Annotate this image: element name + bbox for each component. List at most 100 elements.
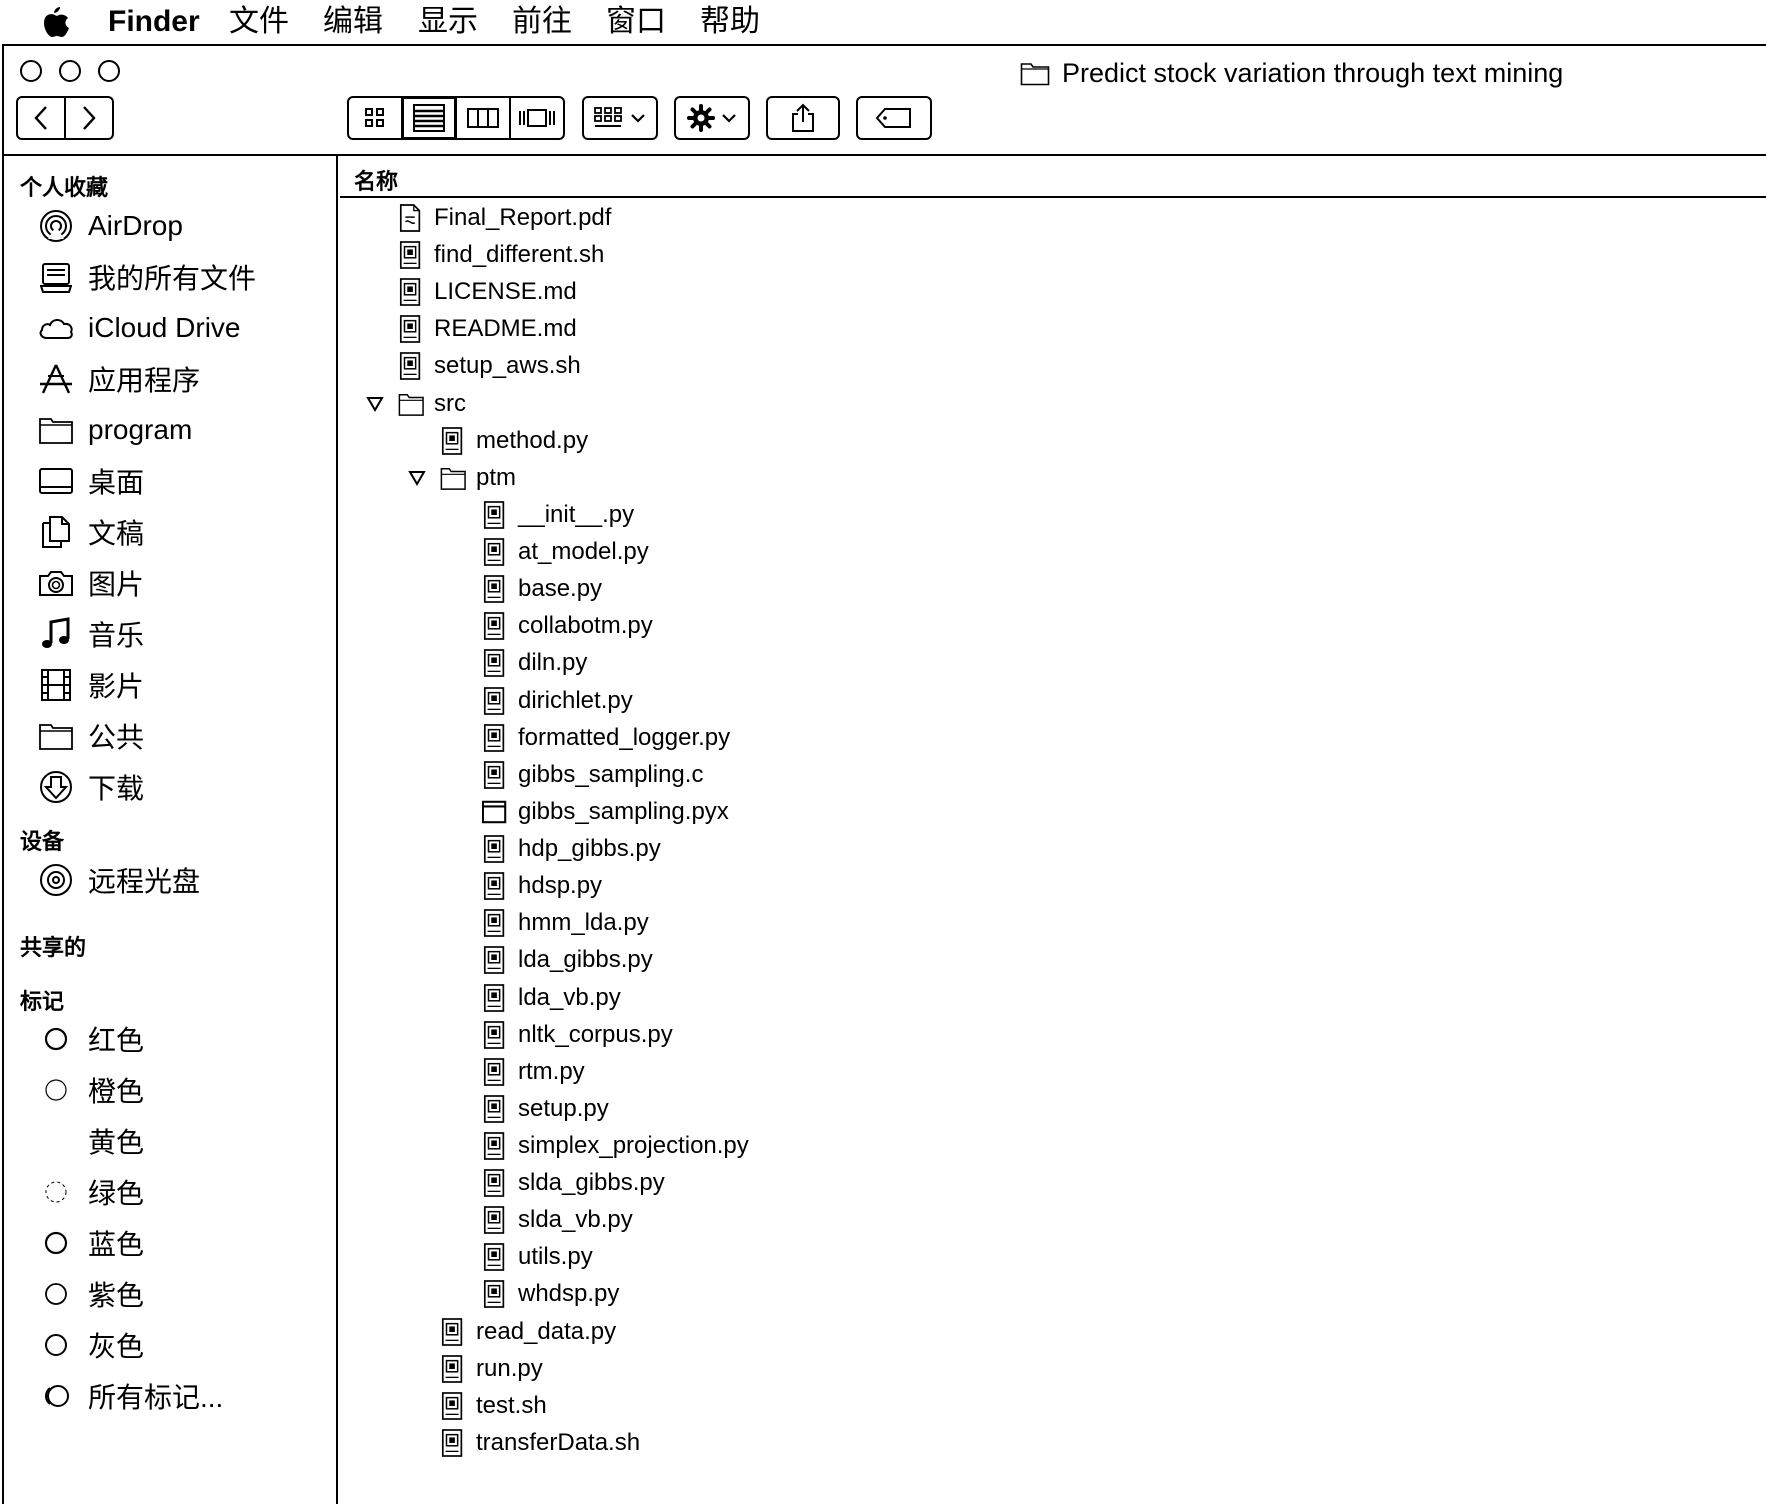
file-row[interactable]: dirichlet.py xyxy=(448,683,633,719)
file-name: slda_gibbs.py xyxy=(518,1169,665,1196)
sidebar-item-label: 我的所有文件 xyxy=(88,263,257,294)
file-row[interactable]: rtm.py xyxy=(448,1054,585,1090)
sidebar-tag-blue[interactable]: 蓝色 xyxy=(38,1221,144,1265)
airdrop-icon xyxy=(40,210,72,242)
sidebar-tag-gray[interactable]: 灰色 xyxy=(38,1323,144,1367)
file-name: hdp_gibbs.py xyxy=(518,835,661,862)
share-button[interactable] xyxy=(766,96,840,140)
sidebar-item-downloads[interactable]: 下载 xyxy=(38,765,144,809)
file-row[interactable]: diln.py xyxy=(448,645,587,681)
file-row[interactable]: find_different.sh xyxy=(364,237,604,273)
close-window-button[interactable] xyxy=(20,60,42,82)
chevron-left-icon xyxy=(34,106,47,130)
menu-help[interactable]: 帮助 xyxy=(700,2,760,42)
sidebar-item-icloud-drive[interactable]: iCloud Drive xyxy=(38,306,241,350)
chevron-down-icon xyxy=(631,114,645,123)
file-row[interactable]: __init__.py xyxy=(448,497,634,533)
sidebar-item-all-files[interactable]: 我的所有文件 xyxy=(38,255,256,299)
sidebar-item-desktop[interactable]: 桌面 xyxy=(38,459,144,503)
folder-row[interactable]: ptm xyxy=(406,460,516,496)
file-row[interactable]: setup.py xyxy=(448,1091,609,1127)
sidebar-item-applications[interactable]: 应用程序 xyxy=(38,357,200,401)
sidebar-item-airdrop[interactable]: AirDrop xyxy=(38,204,183,248)
file-row[interactable]: read_data.py xyxy=(406,1314,616,1350)
folder-row[interactable]: src xyxy=(364,386,466,422)
column-view-button[interactable] xyxy=(455,96,511,140)
file-row[interactable]: base.py xyxy=(448,571,602,607)
sidebar-item-program[interactable]: program xyxy=(38,408,192,452)
sidebar-item-music[interactable]: 音乐 xyxy=(38,612,144,656)
sidebar-tag-orange[interactable]: 橙色 xyxy=(38,1068,144,1112)
tag-circle-icon xyxy=(44,1027,68,1051)
file-row[interactable]: README.md xyxy=(364,311,577,347)
file-row[interactable]: slda_gibbs.py xyxy=(448,1165,665,1201)
download-icon xyxy=(40,771,72,803)
tag-circle-icon xyxy=(45,1079,67,1101)
file-row[interactable]: test.sh xyxy=(406,1388,547,1424)
file-row[interactable]: slda_vb.py xyxy=(448,1202,633,1238)
minimize-window-button[interactable] xyxy=(59,60,81,82)
back-button[interactable] xyxy=(16,96,66,140)
file-row[interactable]: whdsp.py xyxy=(448,1276,619,1312)
menu-window[interactable]: 窗口 xyxy=(606,2,666,42)
document-icon xyxy=(483,909,505,937)
file-row[interactable]: transferData.sh xyxy=(406,1425,640,1461)
file-row[interactable]: LICENSE.md xyxy=(364,274,577,310)
file-row[interactable]: hdp_gibbs.py xyxy=(448,831,661,867)
file-row[interactable]: hmm_lda.py xyxy=(448,905,649,941)
icon-view-button[interactable] xyxy=(347,96,403,140)
desktop-icon xyxy=(39,468,73,494)
file-row[interactable]: at_model.py xyxy=(448,534,649,570)
sidebar-tag-all[interactable]: 所有标记... xyxy=(38,1374,223,1418)
menu-file[interactable]: 文件 xyxy=(229,2,289,42)
file-name: dirichlet.py xyxy=(518,687,633,714)
zoom-window-button[interactable] xyxy=(98,60,120,82)
file-row[interactable]: simplex_projection.py xyxy=(448,1128,749,1164)
file-name: utils.py xyxy=(518,1243,593,1270)
disclosure-triangle[interactable] xyxy=(364,393,386,415)
file-row[interactable]: method.py xyxy=(406,423,588,459)
file-row[interactable]: utils.py xyxy=(448,1239,593,1275)
file-row[interactable]: lda_vb.py xyxy=(448,980,621,1016)
file-row[interactable]: gibbs_sampling.pyx xyxy=(448,794,729,830)
file-row[interactable]: Final_Report.pdf xyxy=(364,200,611,236)
file-row[interactable]: run.py xyxy=(406,1351,543,1387)
file-row[interactable]: lda_gibbs.py xyxy=(448,942,653,978)
sidebar-tag-red[interactable]: 红色 xyxy=(38,1017,144,1061)
sidebar-item-label: 远程光盘 xyxy=(88,866,201,897)
action-button[interactable] xyxy=(674,96,750,140)
file-row[interactable]: formatted_logger.py xyxy=(448,720,730,756)
menu-view[interactable]: 显示 xyxy=(418,2,478,42)
file-row[interactable]: nltk_corpus.py xyxy=(448,1017,673,1053)
forward-button[interactable] xyxy=(64,96,114,140)
menu-app-name[interactable]: Finder xyxy=(108,2,200,42)
apple-menu-icon[interactable] xyxy=(40,4,70,38)
file-row[interactable]: gibbs_sampling.c xyxy=(448,757,703,793)
file-row[interactable]: collabotm.py xyxy=(448,608,653,644)
sidebar-item-remote-disc[interactable]: 远程光盘 xyxy=(38,858,200,902)
sidebar-tag-purple[interactable]: 紫色 xyxy=(38,1272,144,1316)
share-icon xyxy=(792,103,814,132)
sidebar-item-public[interactable]: 公共 xyxy=(38,714,144,758)
sidebar-item-pictures[interactable]: 图片 xyxy=(38,561,144,605)
arrange-button[interactable] xyxy=(582,96,658,140)
sidebar-item-label: iCloud Drive xyxy=(88,312,241,343)
file-row[interactable]: hdsp.py xyxy=(448,868,602,904)
sidebar-item-label: 橙色 xyxy=(88,1076,145,1107)
list-view-button[interactable] xyxy=(401,96,457,140)
sidebar-item-movies[interactable]: 影片 xyxy=(38,663,144,707)
disclosure-triangle[interactable] xyxy=(406,467,428,489)
sidebar-item-documents[interactable]: 文稿 xyxy=(38,510,144,554)
cover-flow-view-button[interactable] xyxy=(509,96,565,140)
tag-button[interactable] xyxy=(856,96,932,140)
file-name: gibbs_sampling.pyx xyxy=(518,798,729,825)
file-row[interactable]: setup_aws.sh xyxy=(364,348,581,384)
sidebar-tag-green[interactable]: 绿色 xyxy=(38,1170,144,1214)
column-header-name[interactable]: 名称 xyxy=(354,164,398,196)
menu-edit[interactable]: 编辑 xyxy=(323,2,383,42)
document-icon xyxy=(483,724,505,752)
menu-go[interactable]: 前往 xyxy=(512,2,572,42)
sidebar-tag-yellow[interactable]: 黄色 xyxy=(38,1119,144,1163)
